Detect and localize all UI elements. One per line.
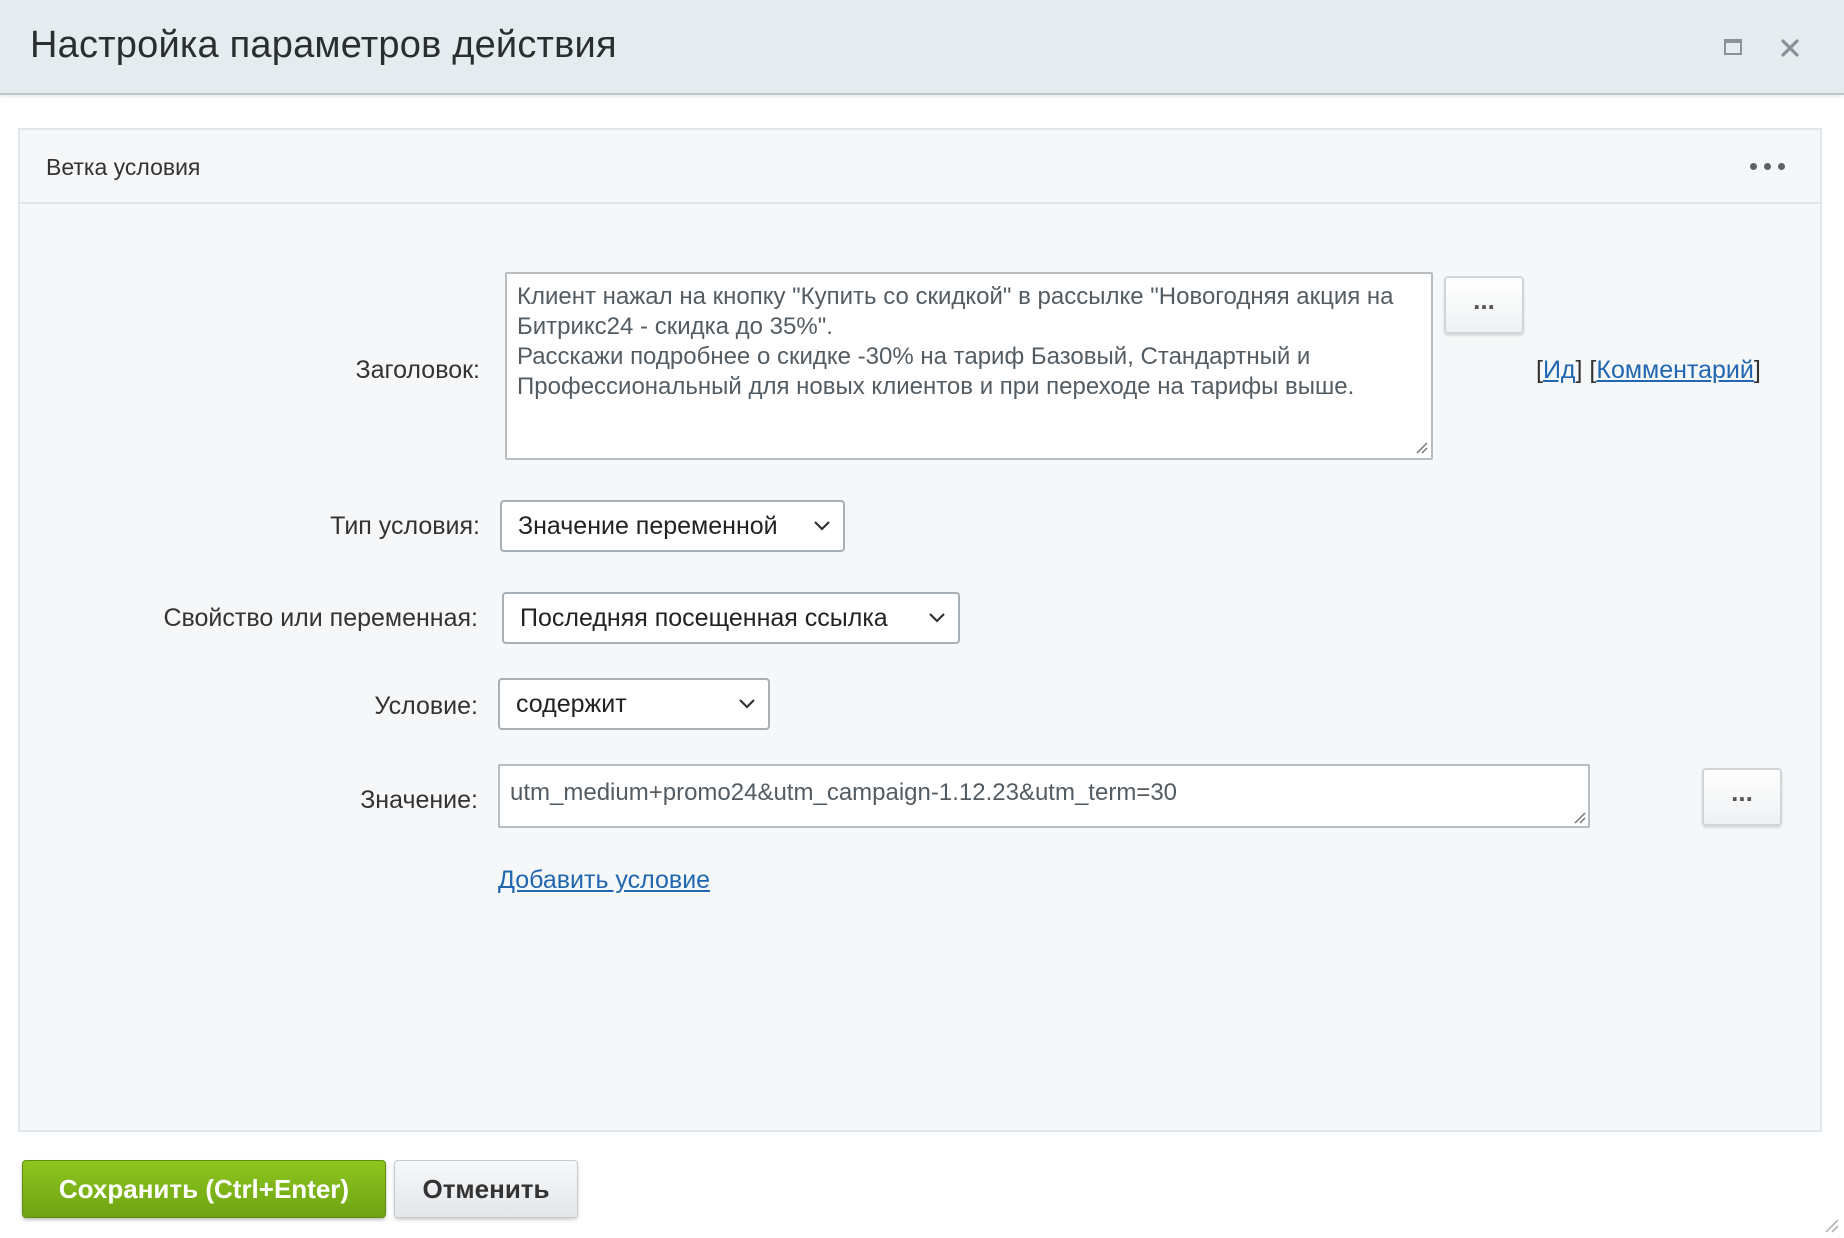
bracket-close: ]: [1575, 356, 1583, 384]
maximize-button[interactable]: [1712, 28, 1752, 68]
condition-value: содержит: [516, 690, 627, 718]
condition-label: Условие:: [374, 692, 478, 720]
value-label: Значение:: [360, 786, 478, 814]
id-link[interactable]: Ид: [1543, 356, 1576, 384]
action-settings-dialog: Настройка параметров действия Ветка усло…: [0, 0, 1844, 1238]
bracket-open: [: [1536, 356, 1543, 384]
maximize-icon: [1724, 39, 1742, 55]
heading-textarea[interactable]: Клиент нажал на кнопку "Купить со скидко…: [505, 272, 1433, 460]
panel-title: Ветка условия: [46, 154, 201, 180]
value-textarea[interactable]: utm_medium+promo24&utm_campaign-1.12.23&…: [498, 764, 1590, 828]
chevron-down-icon: [814, 521, 830, 531]
panel-header: Ветка условия: [20, 130, 1820, 204]
title-bar: Настройка параметров действия: [0, 0, 1844, 95]
condition-type-label: Тип условия:: [330, 512, 480, 540]
cancel-button[interactable]: Отменить: [394, 1160, 578, 1218]
window-resize-icon[interactable]: [1820, 1214, 1840, 1234]
value-insert-button[interactable]: ...: [1702, 768, 1782, 826]
close-icon: [1781, 39, 1799, 57]
heading-insert-button[interactable]: ...: [1444, 276, 1524, 334]
id-comment-links: [Ид] [Комментарий]: [1536, 356, 1761, 385]
property-value: Последняя посещенная ссылка: [520, 604, 888, 632]
condition-type-select[interactable]: Значение переменной: [500, 500, 845, 552]
more-dots-icon[interactable]: [1748, 156, 1788, 176]
condition-type-value: Значение переменной: [518, 512, 778, 540]
heading-label: Заголовок:: [355, 356, 481, 384]
property-select[interactable]: Последняя посещенная ссылка: [502, 592, 960, 644]
save-button[interactable]: Сохранить (Ctrl+Enter): [22, 1160, 386, 1218]
add-condition-link[interactable]: Добавить условие: [498, 866, 710, 895]
property-label: Свойство или переменная:: [163, 604, 478, 632]
chevron-down-icon: [739, 699, 755, 709]
condition-select[interactable]: содержит: [498, 678, 770, 730]
comment-link[interactable]: Комментарий: [1596, 356, 1753, 384]
dialog-title: Настройка параметров действия: [30, 24, 617, 66]
close-button[interactable]: [1770, 28, 1810, 68]
bracket-close: ]: [1753, 356, 1761, 384]
chevron-down-icon: [929, 613, 945, 623]
